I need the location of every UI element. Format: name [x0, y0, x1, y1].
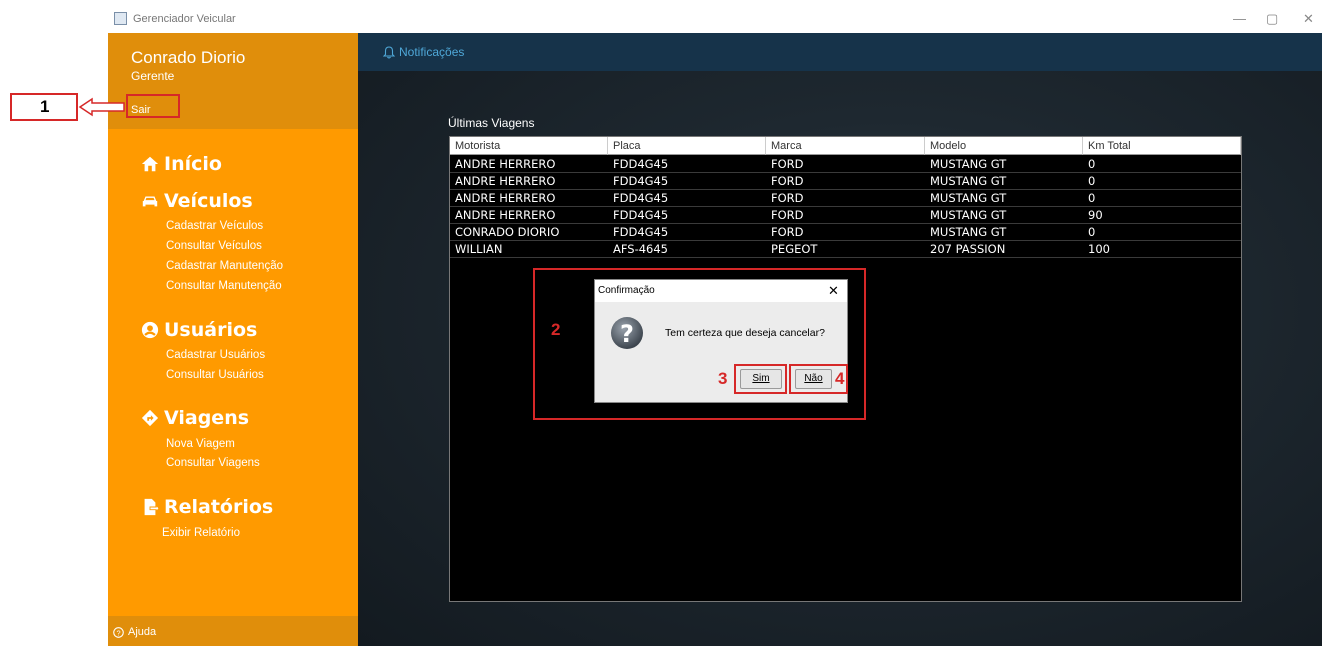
table-cell[interactable]: 0: [1083, 173, 1095, 190]
row-divider: [450, 189, 1241, 190]
app-icon: [114, 12, 127, 25]
annotation-number-2: 2: [551, 320, 561, 339]
row-divider: [450, 206, 1241, 207]
nav-veiculos-label: Veículos: [164, 190, 253, 212]
column-header-placa[interactable]: Placa: [608, 137, 766, 155]
table-cell[interactable]: MUSTANG GT: [925, 224, 1006, 241]
table-cell[interactable]: FORD: [766, 173, 804, 190]
table-cell[interactable]: ANDRE HERRERO: [450, 173, 555, 190]
table-cell[interactable]: MUSTANG GT: [925, 207, 1006, 224]
column-header-marca[interactable]: Marca: [766, 137, 925, 155]
nav-consultar-viagens[interactable]: Consultar Viagens: [166, 457, 260, 469]
route-sign-icon: [141, 409, 159, 427]
nav-exibir-relatorio[interactable]: Exibir Relatório: [162, 527, 240, 539]
column-header-motorista[interactable]: Motorista: [450, 137, 608, 155]
table-cell[interactable]: ANDRE HERRERO: [450, 156, 555, 173]
nav-nova-viagem[interactable]: Nova Viagem: [166, 438, 235, 450]
nav-relatorios[interactable]: Relatórios: [141, 496, 273, 518]
row-divider: [450, 223, 1241, 224]
notifications-label: Notificações: [399, 45, 465, 59]
row-divider: [450, 240, 1241, 241]
table-cell[interactable]: FDD4G45: [608, 190, 668, 207]
table-cell[interactable]: FORD: [766, 224, 804, 241]
nav-veiculos[interactable]: Veículos: [141, 190, 253, 212]
table-cell[interactable]: MUSTANG GT: [925, 173, 1006, 190]
nav-consultar-usuarios[interactable]: Consultar Usuários: [166, 369, 264, 381]
annotation-highlight-yes: [734, 364, 787, 394]
nav-usuarios[interactable]: Usuários: [141, 319, 257, 341]
nav-inicio[interactable]: Início: [141, 153, 222, 175]
annotation-number-3: 3: [718, 369, 728, 388]
table-cell[interactable]: FDD4G45: [608, 207, 668, 224]
table-cell[interactable]: PEGEOT: [766, 241, 817, 258]
table-cell[interactable]: AFS-4645: [608, 241, 668, 258]
row-divider: [450, 257, 1241, 258]
close-window-button[interactable]: ✕: [1303, 11, 1314, 27]
annotation-highlight-logout: [126, 94, 180, 118]
nav-viagens-label: Viagens: [164, 407, 250, 429]
nav-viagens[interactable]: Viagens: [141, 407, 249, 429]
table-cell[interactable]: FORD: [766, 207, 804, 224]
row-divider: [450, 172, 1241, 173]
help-label: Ajuda: [128, 626, 157, 638]
annotation-number-1: 1: [40, 97, 50, 116]
nav-relatorios-label: Relatórios: [164, 496, 274, 518]
table-cell[interactable]: MUSTANG GT: [925, 190, 1006, 207]
nav-cadastrar-veiculos[interactable]: Cadastrar Veículos: [166, 220, 263, 232]
table-cell[interactable]: FDD4G45: [608, 173, 668, 190]
table-cell[interactable]: ANDRE HERRERO: [450, 190, 555, 207]
column-header-km-total[interactable]: Km Total: [1083, 137, 1241, 155]
car-icon: [142, 196, 158, 207]
home-icon: [141, 156, 159, 172]
nav-consultar-veiculos[interactable]: Consultar Veículos: [166, 240, 262, 252]
minimize-button[interactable]: —: [1233, 11, 1246, 26]
annotation-number-4: 4: [835, 369, 845, 388]
notifications-button[interactable]: Notificações: [383, 45, 464, 59]
nav-cadastrar-manutencao[interactable]: Cadastrar Manutenção: [166, 260, 283, 272]
nav-usuarios-label: Usuários: [164, 319, 258, 341]
table-cell[interactable]: 0: [1083, 224, 1095, 241]
user-circle-icon: [141, 321, 159, 339]
user-role: Gerente: [131, 69, 175, 83]
table-cell[interactable]: ANDRE HERRERO: [450, 207, 555, 224]
bell-icon: [383, 45, 395, 59]
table-cell[interactable]: 0: [1083, 156, 1095, 173]
trips-title: Últimas Viagens: [448, 116, 535, 130]
maximize-button[interactable]: ▢: [1266, 11, 1278, 27]
nav-cadastrar-usuarios[interactable]: Cadastrar Usuários: [166, 349, 265, 361]
table-cell[interactable]: MUSTANG GT: [925, 156, 1006, 173]
table-cell[interactable]: CONRADO DIORIO: [450, 224, 559, 241]
svg-text:?: ?: [116, 628, 120, 637]
top-bar: [358, 33, 1322, 71]
annotation-arrow: [78, 97, 125, 117]
help-icon: ?: [113, 626, 124, 638]
annotation-highlight-dialog: [533, 268, 866, 420]
table-cell[interactable]: FORD: [766, 190, 804, 207]
table-cell[interactable]: 207 PASSION: [925, 241, 1005, 258]
help-link[interactable]: ? Ajuda: [113, 626, 156, 638]
table-cell[interactable]: 90: [1083, 207, 1103, 224]
table-cell[interactable]: FDD4G45: [608, 224, 668, 241]
window-titlebar: [108, 8, 1322, 32]
column-header-modelo[interactable]: Modelo: [925, 137, 1083, 155]
table-cell[interactable]: 100: [1083, 241, 1110, 258]
nav-consultar-manutencao[interactable]: Consultar Manutenção: [166, 280, 282, 292]
report-icon: [144, 498, 159, 516]
table-cell[interactable]: WILLIAN: [450, 241, 502, 258]
table-cell[interactable]: 0: [1083, 190, 1095, 207]
user-name: Conrado Diorio: [131, 48, 246, 67]
table-cell[interactable]: FDD4G45: [608, 156, 668, 173]
table-cell[interactable]: FORD: [766, 156, 804, 173]
window-title: Gerenciador Veicular: [133, 13, 236, 25]
nav-inicio-label: Início: [164, 153, 222, 175]
